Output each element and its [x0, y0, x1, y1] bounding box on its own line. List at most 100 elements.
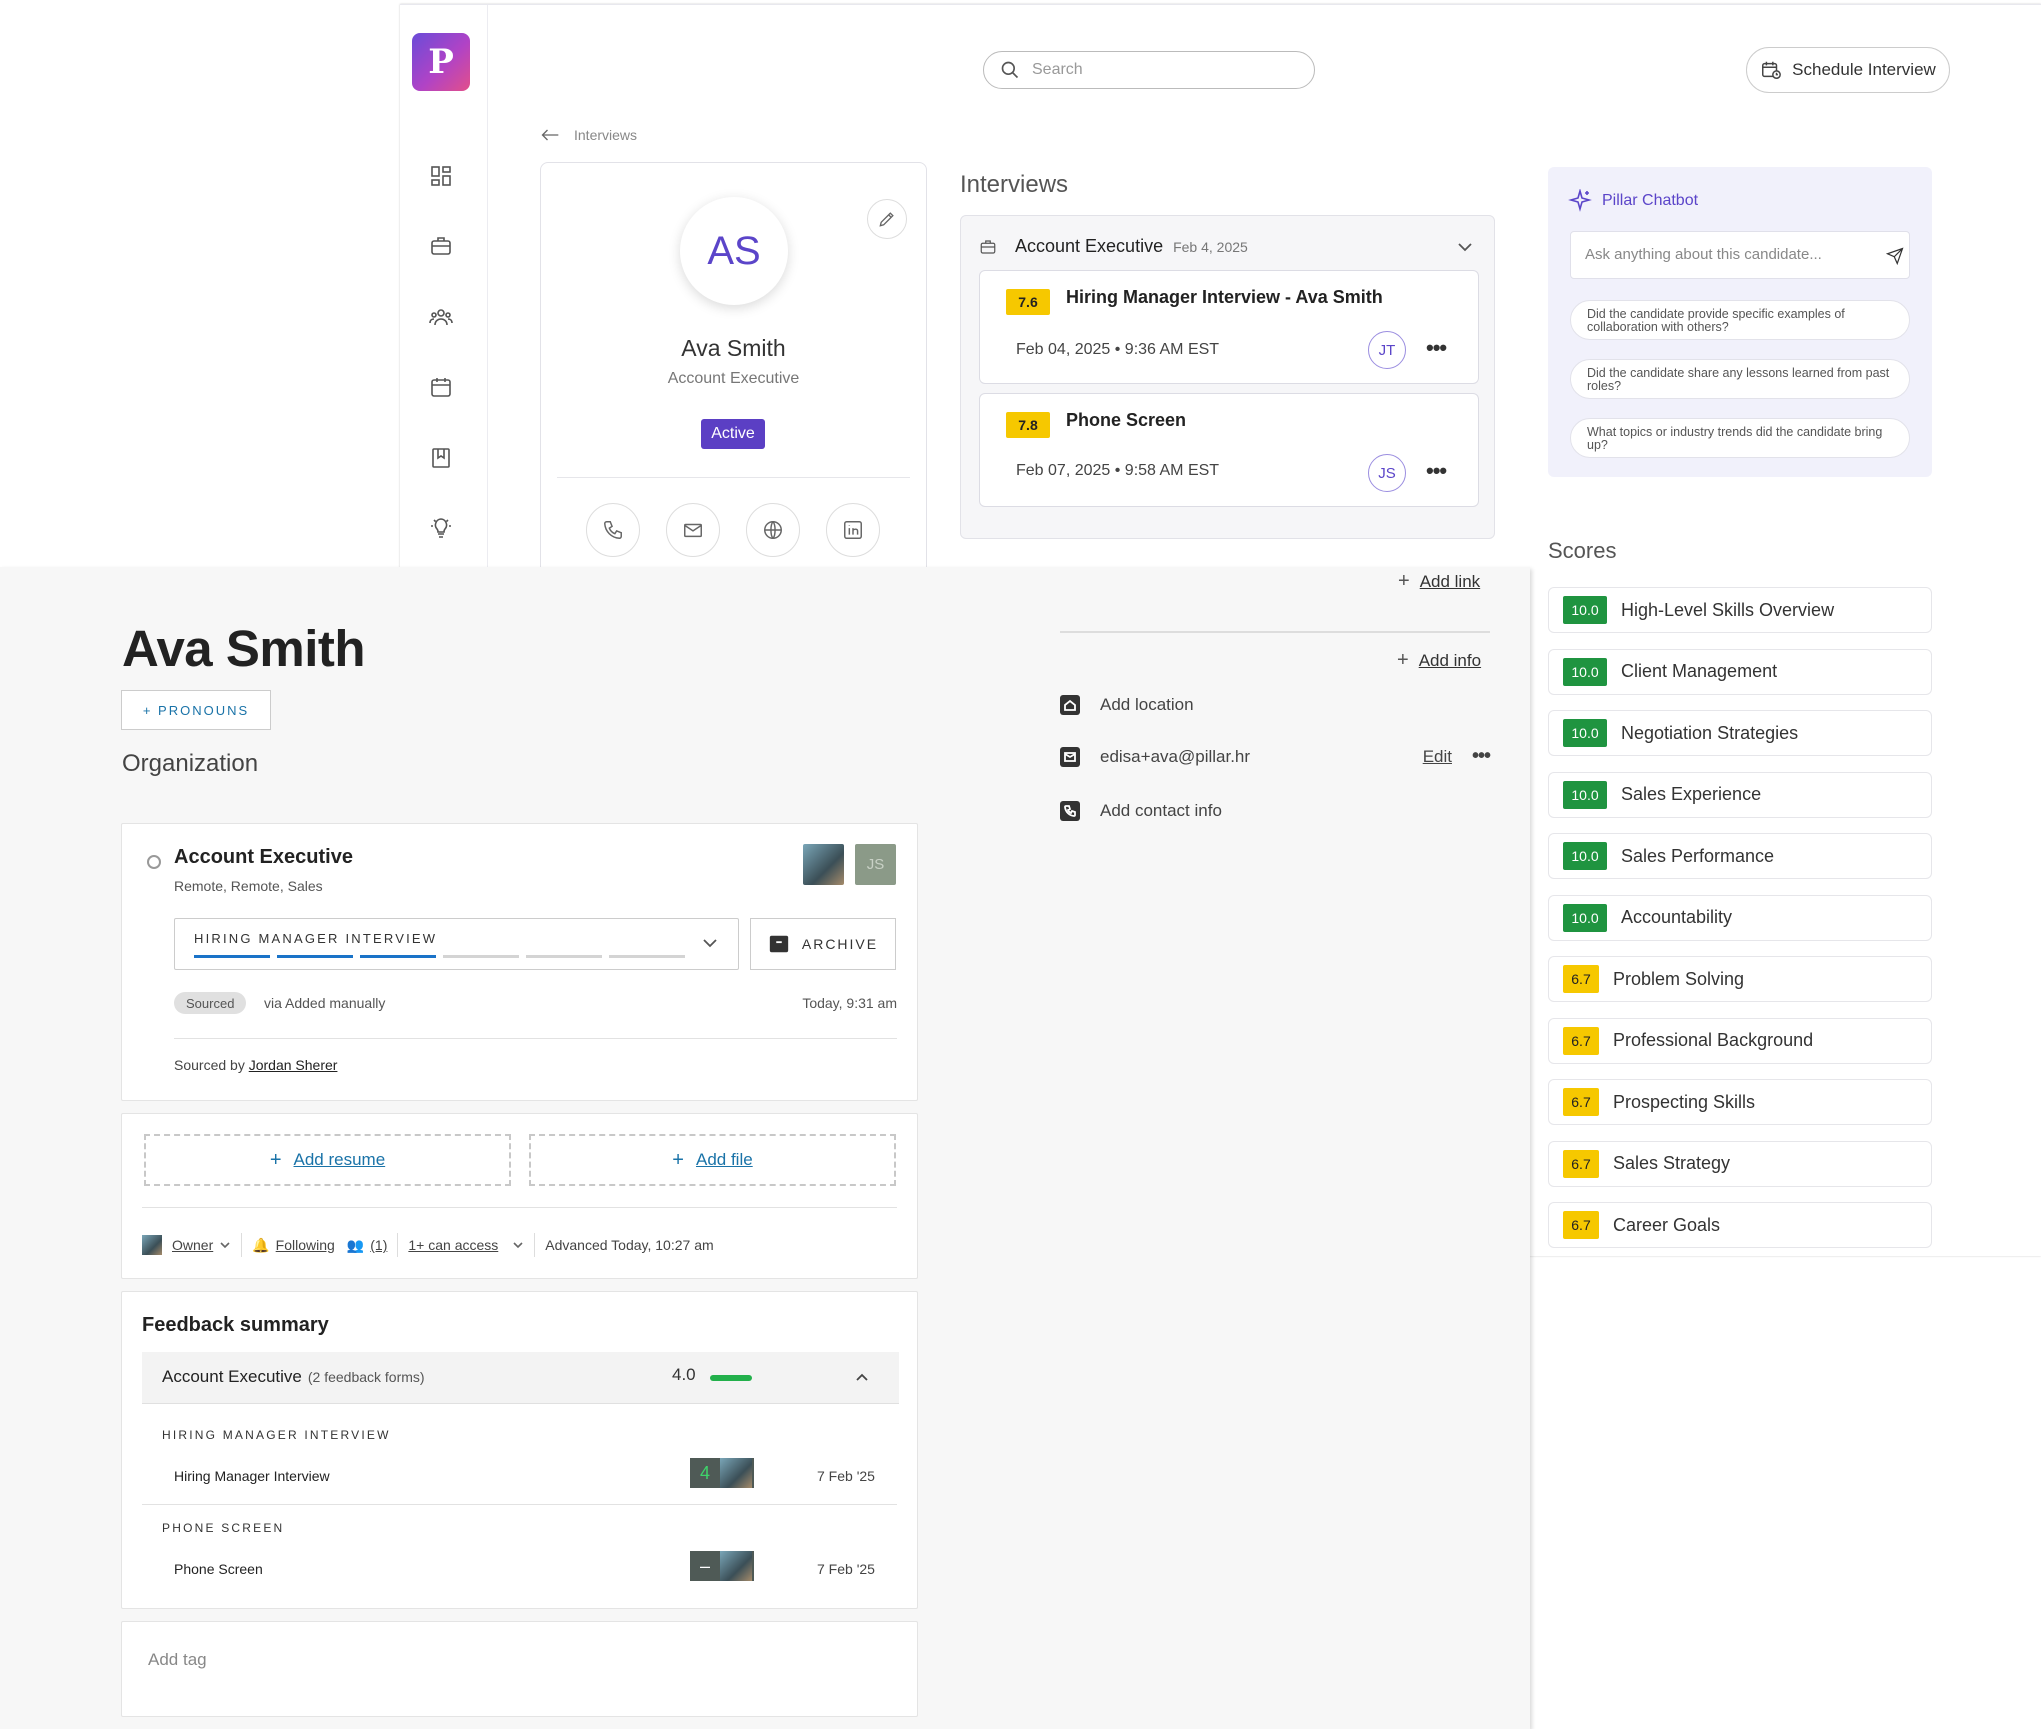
score-label: Professional Background	[1613, 1030, 1814, 1050]
lightbulb-icon[interactable]	[426, 513, 456, 543]
archive-icon	[769, 935, 789, 953]
score-label: Career Goals	[1613, 1214, 1721, 1235]
more-options-icon[interactable]: •••	[1426, 335, 1447, 361]
stage-select[interactable]: HIRING MANAGER INTERVIEW	[174, 918, 739, 970]
briefcase-icon[interactable]	[426, 231, 456, 261]
add-resume-label: Add resume	[293, 1150, 386, 1169]
chevron-up-icon[interactable]	[855, 1372, 869, 1382]
followers-count[interactable]: (1)	[370, 1237, 387, 1253]
add-info-button[interactable]: + Add info	[1397, 649, 1481, 672]
chatbot-suggestion[interactable]: Did the candidate share any lessons lear…	[1570, 359, 1910, 399]
archive-label: ARCHIVE	[801, 936, 879, 952]
feedback-rating-chip[interactable]: 4	[690, 1458, 754, 1488]
sourced-by: Sourced by Jordan Sherer	[174, 1057, 337, 1073]
contact-row[interactable]: Add contact info	[1060, 801, 1222, 821]
score-badge: 10.0	[1563, 719, 1607, 747]
add-pronouns-button[interactable]: + PRONOUNS	[121, 690, 271, 730]
phone-icon	[604, 521, 622, 539]
breadcrumb[interactable]: Interviews	[540, 127, 637, 143]
add-link-label: Add link	[1419, 571, 1481, 591]
chatbot-suggestion[interactable]: What topics or industry trends did the c…	[1570, 418, 1910, 458]
score-row[interactable]: 6.7 Problem Solving	[1548, 956, 1932, 1002]
score-label: Client Management	[1621, 661, 1778, 681]
more-options-icon[interactable]: •••	[1472, 745, 1491, 768]
app-logo[interactable]: P	[412, 33, 470, 91]
score-badge: 10.0	[1563, 657, 1607, 686]
people-icon[interactable]	[426, 302, 456, 332]
archive-button[interactable]: ARCHIVE	[750, 918, 896, 970]
add-tag-input[interactable]: Add tag	[148, 1650, 207, 1670]
feedback-form-name[interactable]: Hiring Manager Interview	[174, 1468, 330, 1484]
score-badge: 6.7	[1563, 1211, 1599, 1239]
edit-email-link[interactable]: Edit	[1423, 747, 1452, 767]
search-input[interactable]: Search	[983, 51, 1315, 89]
score-badge: 6.7	[1563, 965, 1599, 993]
score-row[interactable]: 6.7 Professional Background	[1548, 1017, 1932, 1064]
calendar-icon[interactable]	[426, 372, 456, 402]
interviewer-avatar: JS	[1368, 454, 1406, 492]
feedback-form-count: (2 feedback forms)	[307, 1369, 425, 1385]
mail-button[interactable]	[666, 503, 720, 557]
sourced-by-prefix: Sourced by	[174, 1057, 245, 1073]
profile-role: Account Executive	[667, 370, 800, 387]
feedback-panel: Feedback summary Account Executive (2 fee…	[121, 1291, 918, 1609]
interview-card[interactable]: 7.6 Hiring Manager Interview - Ava Smith…	[979, 270, 1479, 384]
add-info-label: Add info	[1418, 650, 1482, 670]
score-label: Sales Performance	[1621, 845, 1775, 866]
score-row[interactable]: 6.7 Career Goals	[1548, 1202, 1932, 1248]
avatar	[803, 844, 844, 885]
interview-card[interactable]: 7.8 Phone Screen Feb 07, 2025 • 9:58 AM …	[979, 393, 1479, 507]
score-label: Negotiation Strategies	[1621, 722, 1799, 743]
add-link-button[interactable]: + Add link	[1398, 570, 1480, 593]
score-row[interactable]: 10.0 Sales Experience	[1548, 771, 1932, 818]
sparkle-icon	[1568, 189, 1592, 212]
phone-button[interactable]	[586, 503, 640, 557]
website-button[interactable]	[746, 503, 800, 557]
feedback-job-row[interactable]: Account Executive (2 feedback forms) 4.0	[142, 1352, 899, 1404]
score-row[interactable]: 10.0 High-Level Skills Overview	[1548, 587, 1932, 633]
divider	[1060, 631, 1490, 633]
add-resume-button[interactable]: + Add resume	[144, 1134, 511, 1186]
avatar	[720, 1551, 752, 1581]
score-row[interactable]: 10.0 Accountability	[1548, 894, 1932, 941]
score-row[interactable]: 6.7 Sales Strategy	[1548, 1140, 1932, 1187]
feedback-form-name[interactable]: Phone Screen	[174, 1561, 263, 1577]
book-icon[interactable]	[426, 443, 456, 473]
chevron-down-icon[interactable]	[1456, 240, 1474, 254]
score-badge: 6.7	[1563, 1149, 1599, 1178]
feedback-score-bar	[710, 1375, 752, 1381]
plus-icon: +	[1397, 649, 1409, 671]
profile-card: AS Ava Smith Account Executive Active	[540, 162, 927, 582]
dashboard-icon[interactable]	[426, 161, 456, 191]
sourced-by-link[interactable]: Jordan Sherer	[249, 1057, 338, 1073]
chatbot-suggestion[interactable]: Did the candidate provide specific examp…	[1570, 300, 1910, 340]
linkedin-button[interactable]	[826, 503, 880, 557]
score-row[interactable]: 10.0 Client Management	[1548, 648, 1932, 695]
score-row[interactable]: 6.7 Prospecting Skills	[1548, 1079, 1932, 1125]
feedback-rating: –	[699, 1555, 710, 1576]
following-toggle[interactable]: Following	[276, 1237, 335, 1253]
score-badge: 6.7	[1563, 1026, 1599, 1055]
chatbot-input[interactable]: Ask anything about this candidate...	[1570, 231, 1910, 279]
profile-name: Ava Smith	[681, 335, 786, 361]
more-options-icon[interactable]: •••	[1426, 458, 1447, 484]
feedback-rating-chip[interactable]: –	[690, 1551, 754, 1581]
feedback-section-heading: PHONE SCREEN	[162, 1521, 285, 1535]
interviewer-avatar: JT	[1368, 331, 1406, 369]
add-file-button[interactable]: + Add file	[529, 1134, 896, 1186]
owner-dropdown[interactable]: Owner	[172, 1237, 213, 1253]
edit-profile-button[interactable]	[867, 199, 907, 239]
score-row[interactable]: 10.0 Sales Performance	[1548, 833, 1932, 879]
schedule-interview-button[interactable]: Schedule Interview	[1746, 47, 1950, 93]
job-title[interactable]: Account Executive	[174, 846, 353, 869]
location-row[interactable]: Add location	[1060, 695, 1194, 715]
email-value: edisa+ava@pillar.hr	[1100, 746, 1251, 766]
mail-icon	[1060, 746, 1080, 767]
access-dropdown[interactable]: 1+ can access	[408, 1237, 498, 1253]
job-panel: Account Executive Remote, Remote, Sales …	[121, 823, 918, 1101]
ats-window: Ava Smith + PRONOUNS Organization Accoun…	[0, 567, 1530, 1729]
send-icon[interactable]	[1886, 247, 1904, 265]
score-row[interactable]: 10.0 Negotiation Strategies	[1548, 710, 1932, 756]
interview-group-header[interactable]: Account Executive Feb 4, 2025	[979, 236, 1248, 257]
score-label: Problem Solving	[1613, 968, 1745, 989]
